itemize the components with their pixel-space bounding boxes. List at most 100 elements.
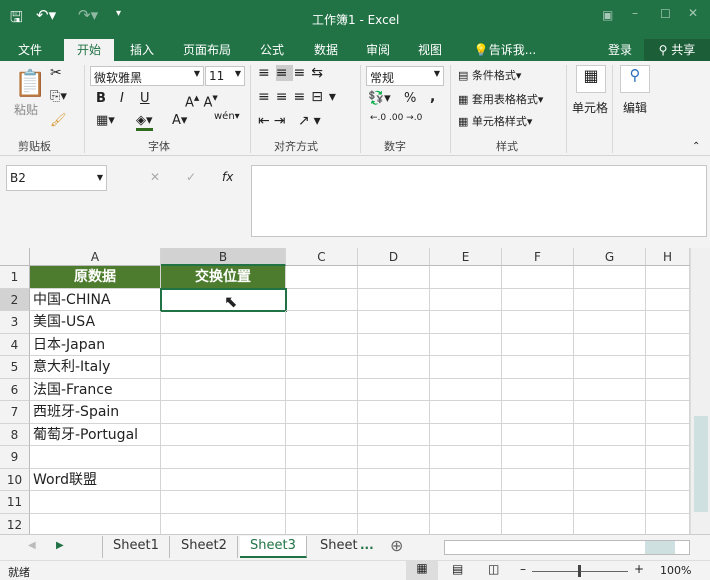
- number-format-select[interactable]: 常规 ▼: [366, 66, 444, 86]
- underline-button[interactable]: U: [140, 91, 150, 106]
- cell-E7[interactable]: [430, 401, 502, 424]
- sheet-tab[interactable]: Sheet1: [102, 536, 170, 558]
- borders-icon[interactable]: ▦▾: [96, 113, 115, 128]
- cell-A8[interactable]: 葡萄牙-Portugal: [30, 423, 161, 446]
- cells-icon[interactable]: ▦: [576, 65, 606, 93]
- cell-H3[interactable]: [646, 311, 690, 334]
- horizontal-align-icons[interactable]: ≡≡≡⊟▾: [258, 89, 342, 105]
- cell-G7[interactable]: [574, 401, 646, 424]
- cell-C2[interactable]: [286, 288, 358, 311]
- cell-E11[interactable]: [430, 491, 502, 514]
- login-button[interactable]: 登录: [600, 39, 640, 61]
- cell-A3[interactable]: 美国-USA: [30, 311, 161, 334]
- share-button[interactable]: ⚲ 共享: [644, 39, 710, 61]
- enter-icon[interactable]: ✓: [186, 170, 196, 184]
- cell-G3[interactable]: [574, 311, 646, 334]
- cell-H6[interactable]: [646, 378, 690, 401]
- increase-font-icon[interactable]: A▴ A▾: [185, 91, 218, 110]
- column-header-G[interactable]: G: [574, 248, 646, 266]
- row-header[interactable]: 9: [0, 446, 30, 469]
- cell-H12[interactable]: [646, 513, 690, 536]
- cell-H1[interactable]: [646, 266, 690, 289]
- cell-E9[interactable]: [430, 446, 502, 469]
- cell-A4[interactable]: 日本-Japan: [30, 333, 161, 356]
- cell-E2[interactable]: [430, 288, 502, 311]
- tab-file[interactable]: 文件: [8, 39, 52, 61]
- cell-E10[interactable]: [430, 468, 502, 491]
- cell-B7[interactable]: [161, 401, 286, 424]
- column-header-H[interactable]: H: [646, 248, 690, 266]
- row-header[interactable]: 8: [0, 423, 30, 446]
- currency-icon[interactable]: 💱▾: [368, 91, 391, 106]
- cell-A7[interactable]: 西班牙-Spain: [30, 401, 161, 424]
- column-header-A[interactable]: A: [30, 248, 161, 266]
- insert-function-button[interactable]: fx: [222, 170, 233, 184]
- tab-insert[interactable]: 插入: [122, 39, 162, 61]
- sheet-tab[interactable]: Sheet2: [171, 536, 238, 558]
- column-header-B[interactable]: B: [161, 248, 286, 266]
- editing-button[interactable]: 编辑: [623, 99, 647, 116]
- tab-data[interactable]: 数据: [306, 39, 346, 61]
- cell-H7[interactable]: [646, 401, 690, 424]
- row-header[interactable]: 11: [0, 491, 30, 514]
- row-header[interactable]: 5: [0, 356, 30, 379]
- prev-sheet-icon[interactable]: ◀: [28, 540, 36, 551]
- vertical-align-icons[interactable]: ≡≡≡⇆: [258, 65, 329, 81]
- row-header[interactable]: 6: [0, 378, 30, 401]
- cell-A12[interactable]: [30, 513, 161, 536]
- cell-A11[interactable]: [30, 491, 161, 514]
- cell-B11[interactable]: [161, 491, 286, 514]
- cell-H11[interactable]: [646, 491, 690, 514]
- undo-icon[interactable]: ↶▾: [36, 6, 56, 24]
- cell-B8[interactable]: [161, 423, 286, 446]
- select-all-button[interactable]: [0, 248, 30, 266]
- row-header[interactable]: 4: [0, 333, 30, 356]
- normal-view-icon[interactable]: ▦: [406, 561, 438, 580]
- cell-B5[interactable]: [161, 356, 286, 379]
- column-header-C[interactable]: C: [286, 248, 358, 266]
- cell-B12[interactable]: [161, 513, 286, 536]
- sheet-tab-active[interactable]: Sheet3: [240, 536, 307, 558]
- ribbon-display-icon[interactable]: ▣: [602, 8, 613, 22]
- cell-A5[interactable]: 意大利-Italy: [30, 356, 161, 379]
- row-header[interactable]: 10: [0, 468, 30, 491]
- sheet-tab[interactable]: Sheet4: [310, 536, 358, 558]
- cell-A10[interactable]: Word联盟: [30, 468, 161, 491]
- cell-C12[interactable]: [286, 513, 358, 536]
- conditional-format-button[interactable]: ▤ 条件格式▾: [458, 67, 521, 83]
- cell-H10[interactable]: [646, 468, 690, 491]
- redo-icon[interactable]: ↷▾: [78, 6, 98, 24]
- minimize-icon[interactable]: –: [632, 6, 638, 20]
- cell-G2[interactable]: [574, 288, 646, 311]
- cell-G12[interactable]: [574, 513, 646, 536]
- cell-E5[interactable]: [430, 356, 502, 379]
- scroll-thumb[interactable]: [694, 416, 708, 512]
- row-header[interactable]: 7: [0, 401, 30, 424]
- cell-F8[interactable]: [502, 423, 574, 446]
- cell-C4[interactable]: [286, 333, 358, 356]
- comma-button[interactable]: ,: [430, 89, 435, 105]
- cell-A1[interactable]: 原数据: [30, 266, 161, 289]
- tab-page-layout[interactable]: 页面布局: [176, 39, 238, 61]
- cell-B4[interactable]: [161, 333, 286, 356]
- cell-D11[interactable]: [358, 491, 430, 514]
- phonetic-icon[interactable]: wén▾: [214, 111, 240, 122]
- cell-H2[interactable]: [646, 288, 690, 311]
- cell-E3[interactable]: [430, 311, 502, 334]
- cell-E1[interactable]: [430, 266, 502, 289]
- cell-A9[interactable]: [30, 446, 161, 469]
- zoom-in-icon[interactable]: +: [634, 562, 644, 576]
- cell-F2[interactable]: [502, 288, 574, 311]
- cell-B1[interactable]: 交换位置: [161, 266, 286, 289]
- cut-icon[interactable]: ✂: [50, 65, 62, 81]
- font-color-icon[interactable]: A▾: [172, 113, 187, 128]
- cell-D4[interactable]: [358, 333, 430, 356]
- row-header[interactable]: 3: [0, 311, 30, 334]
- cell-D1[interactable]: [358, 266, 430, 289]
- cell-D3[interactable]: [358, 311, 430, 334]
- paste-icon[interactable]: 📋: [14, 69, 46, 99]
- tell-me[interactable]: 💡告诉我...: [470, 39, 540, 61]
- cell-B6[interactable]: [161, 378, 286, 401]
- cell-F12[interactable]: [502, 513, 574, 536]
- cell-G11[interactable]: [574, 491, 646, 514]
